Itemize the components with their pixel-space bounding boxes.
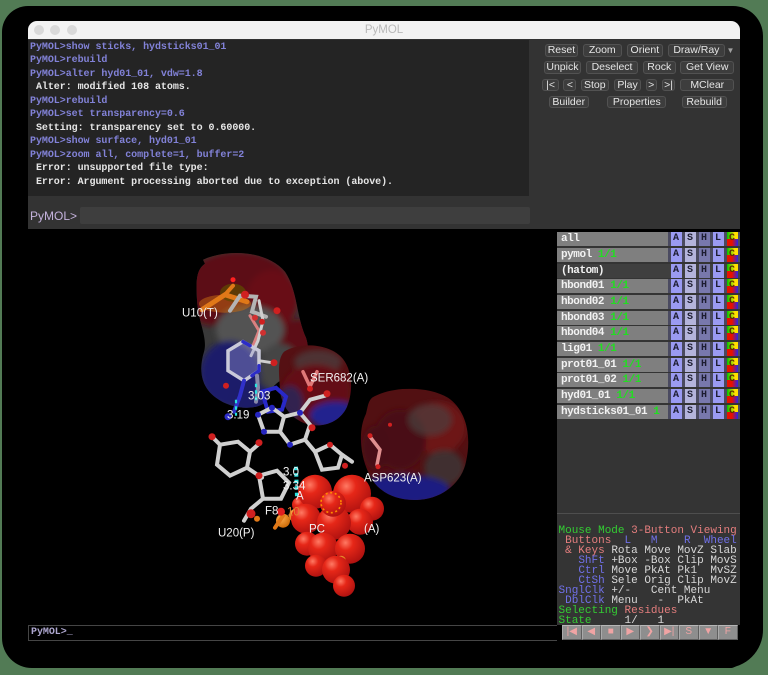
svg-text:3.03: 3.03: [248, 391, 270, 403]
svg-text:3.19: 3.19: [227, 410, 249, 422]
svg-text:SER682(A): SER682(A): [310, 373, 368, 385]
svg-text:(A): (A): [364, 524, 380, 536]
svg-text:10: 10: [287, 507, 300, 519]
svg-text:ASP623(A): ASP623(A): [364, 473, 422, 485]
svg-text:U10(T): U10(T): [182, 308, 218, 320]
svg-text:A: A: [296, 491, 304, 503]
svg-text:3.0: 3.0: [283, 467, 299, 479]
svg-text:F8: F8: [265, 506, 278, 518]
svg-text:U20(P): U20(P): [218, 528, 255, 540]
svg-text:PC: PC: [309, 524, 325, 536]
